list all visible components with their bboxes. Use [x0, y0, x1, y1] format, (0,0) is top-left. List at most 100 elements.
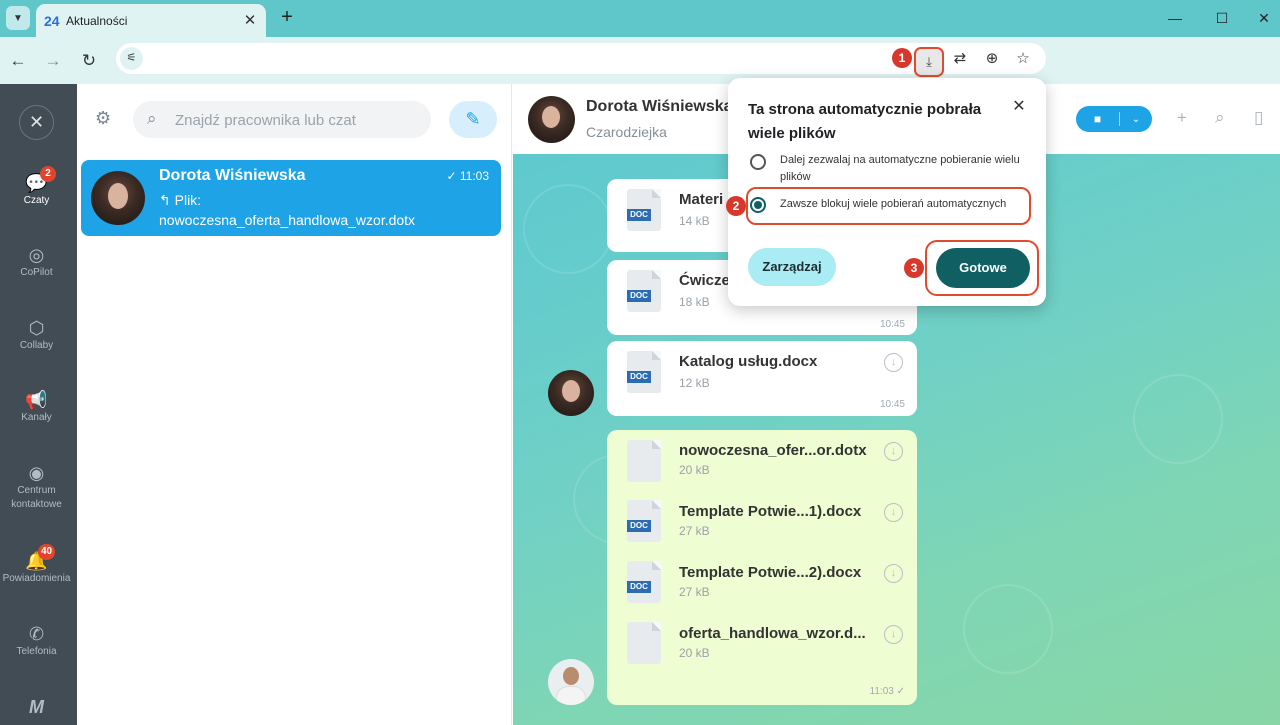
option-allow-label: Dalej zezwalaj na automatyczne pobierani…: [780, 154, 1020, 183]
file-name[interactable]: nowoczesna_ofer...or.dotx: [679, 442, 867, 459]
file-name[interactable]: Template Potwie...2).docx: [679, 564, 861, 581]
filter-icon[interactable]: ⚙: [95, 108, 111, 129]
new-chat-button[interactable]: ✎: [449, 101, 497, 138]
sidebar-item-label: Collaby: [19, 340, 54, 351]
file-size: 27 kB: [679, 524, 710, 538]
file-icon: [627, 440, 661, 482]
contact-center-icon: ◉: [28, 463, 45, 483]
app-sidebar: ✕ 💬 Czaty 2 ◎ CoPilot ⬡ Collaby 📢 Kanały…: [0, 84, 77, 725]
doc-file-icon: DOC: [627, 561, 661, 603]
popup-title: Ta strona automatycznie pobrała wiele pl…: [748, 101, 982, 142]
chats-icon: 💬: [25, 173, 48, 193]
maximize-button[interactable]: ☐: [1211, 7, 1233, 29]
file-icon: [627, 622, 661, 664]
manage-button[interactable]: Zarządzaj: [748, 248, 836, 286]
message-time: 10:45: [879, 319, 905, 330]
sidebar-item-label: Centrum kontaktowe: [11, 485, 62, 510]
chat-item-preview: ↰ Plik:: [159, 192, 202, 208]
file-name[interactable]: Katalog usług.docx: [679, 353, 817, 370]
reload-button[interactable]: ↻: [77, 49, 101, 73]
side-panel-icon[interactable]: ▯: [1254, 108, 1263, 128]
doc-file-icon: DOC: [627, 500, 661, 542]
avatar: [91, 171, 145, 225]
site-settings-icon[interactable]: ⚟: [120, 47, 143, 70]
tab-close-icon[interactable]: ✕: [240, 11, 260, 31]
close-icon[interactable]: ✕: [1008, 96, 1030, 118]
bitrix24-favicon-icon: 24: [44, 12, 60, 29]
file-size: 27 kB: [679, 585, 710, 599]
chat-list-item[interactable]: Dorota Wiśniewska ✓ 11:03 ↰ Plik: nowocz…: [81, 160, 501, 236]
chat-item-time: ✓ 11:03: [446, 169, 489, 183]
download-file-icon[interactable]: ↓: [884, 564, 903, 583]
radio-allow[interactable]: [750, 154, 766, 170]
download-file-icon[interactable]: ↓: [884, 442, 903, 461]
sidebar-item-logo[interactable]: M: [0, 696, 73, 718]
sidebar-item-contact-center[interactable]: ◉ Centrum kontaktowe: [0, 462, 73, 512]
phone-icon: ✆: [28, 624, 45, 644]
option-allow[interactable]: Dalej zezwalaj na automatyczne pobierani…: [748, 152, 1038, 188]
file-name[interactable]: Materi: [679, 191, 723, 208]
file-size: 18 kB: [679, 295, 710, 309]
back-button[interactable]: ←: [6, 49, 30, 73]
close-icon[interactable]: ✕: [19, 105, 54, 140]
chevron-down-icon[interactable]: ⌄: [1120, 114, 1152, 125]
forward-button[interactable]: →: [41, 49, 65, 73]
download-icon[interactable]: ⤓: [914, 47, 944, 77]
highlight-done-button: [925, 240, 1039, 296]
browser-tab-bar: ▼ 24 Aktualności ✕ + — ☐ ✕: [0, 0, 1280, 37]
chat-item-preview-filename: nowoczesna_oferta_handlowa_wzor.dotx: [159, 212, 416, 228]
zoom-icon[interactable]: ⊕: [980, 47, 1004, 71]
chevron-down-icon: ▼: [13, 12, 23, 24]
search-icon[interactable]: ⌕: [1215, 108, 1225, 128]
bell-icon: 🔔: [25, 551, 48, 571]
sidebar-item-chats[interactable]: 💬 Czaty 2: [0, 166, 73, 208]
new-tab-button[interactable]: +: [276, 6, 298, 30]
bookmark-star-icon[interactable]: ☆: [1011, 47, 1035, 71]
translate-icon[interactable]: ⇄: [948, 47, 972, 71]
file-size: 20 kB: [679, 646, 710, 660]
browser-tab[interactable]: 24 Aktualności ✕: [36, 4, 266, 37]
search-box[interactable]: ⌕: [133, 101, 431, 138]
file-size: 12 kB: [679, 376, 710, 390]
sidebar-item-copilot[interactable]: ◎ CoPilot: [0, 244, 73, 280]
add-user-icon[interactable]: +: [1177, 108, 1187, 128]
conversation-title[interactable]: Dorota Wiśniewska: [586, 98, 733, 116]
file-name[interactable]: oferta_handlowa_wzor.d...: [679, 625, 866, 642]
chat-item-name: Dorota Wiśniewska: [159, 167, 306, 184]
search-input[interactable]: [175, 109, 415, 131]
message-bubble-own[interactable]: nowoczesna_ofer...or.dotx 20 kB ↓ DOC Te…: [607, 430, 917, 705]
browser-toolbar: ← → ↻ ⚟ ⇄ ⊕ ☆: [0, 37, 1280, 84]
avatar[interactable]: [528, 96, 575, 143]
sidebar-item-label: CoPilot: [20, 267, 53, 278]
step-marker-2: 2: [726, 196, 746, 216]
background-pattern: [1133, 374, 1223, 464]
sidebar-item-telephony[interactable]: ✆ Telefonia: [0, 623, 73, 659]
sidebar-item-collaby[interactable]: ⬡ Collaby: [0, 317, 73, 353]
sidebar-item-notifications[interactable]: 🔔 Powiadomienia 40: [0, 544, 73, 586]
sidebar-item-channels[interactable]: 📢 Kanały: [0, 389, 73, 425]
megaphone-icon: 📢: [25, 390, 48, 410]
download-file-icon[interactable]: ↓: [884, 503, 903, 522]
sidebar-item-label: Kanały: [21, 412, 52, 423]
download-file-icon[interactable]: ↓: [884, 353, 903, 372]
close-window-button[interactable]: ✕: [1253, 7, 1275, 29]
video-camera-icon: ■: [1076, 112, 1120, 126]
background-pattern: [523, 184, 613, 274]
doc-file-icon: DOC: [627, 189, 661, 231]
download-file-icon[interactable]: ↓: [884, 625, 903, 644]
avatar[interactable]: [548, 659, 594, 705]
tab-search-button[interactable]: ▼: [6, 6, 30, 30]
notification-badge: 40: [38, 544, 56, 560]
file-name[interactable]: Template Potwie...1).docx: [679, 503, 861, 520]
copilot-icon: ◎: [28, 245, 45, 265]
message-bubble[interactable]: DOC Katalog usług.docx 12 kB ↓ 10:45: [607, 341, 917, 416]
file-size: 14 kB: [679, 214, 710, 228]
minimize-button[interactable]: —: [1164, 7, 1186, 29]
chat-list-panel: ⚙ ⌕ ✎ Dorota Wiśniewska ✓ 11:03 ↰ Plik: …: [77, 84, 512, 725]
conversation-subtitle: Czarodziejka: [586, 124, 667, 140]
avatar[interactable]: [548, 370, 594, 416]
collaby-icon: ⬡: [28, 318, 45, 338]
sidebar-item-label: Powiadomienia: [2, 573, 71, 584]
search-icon: ⌕: [147, 109, 157, 128]
video-call-button[interactable]: ■ ⌄: [1076, 106, 1152, 132]
